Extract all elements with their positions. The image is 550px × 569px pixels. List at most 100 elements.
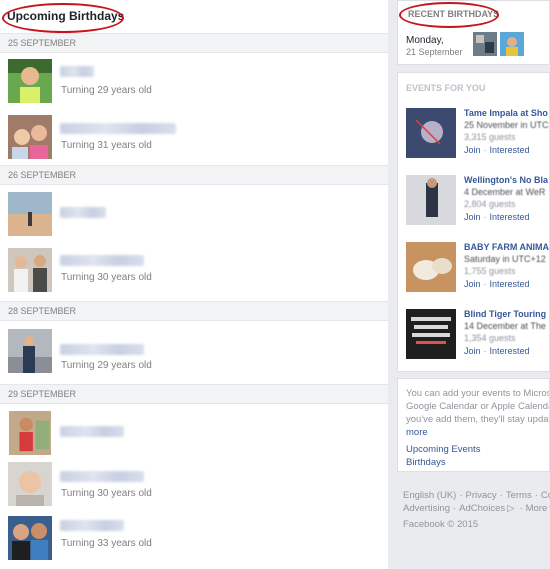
blurred-name[interactable] — [60, 520, 124, 531]
birthdays-link[interactable]: Birthdays — [406, 456, 549, 469]
avatar[interactable] — [8, 115, 52, 159]
recent-birthdays-heading: RECENT BIRTHDAYS — [408, 9, 500, 19]
event-actions: Join · Interested — [464, 212, 530, 222]
blurred-name[interactable] — [60, 426, 124, 437]
info-line: Google Calendar or Apple Calenda — [406, 401, 550, 412]
join-link[interactable]: Join — [464, 145, 481, 155]
avatar[interactable] — [8, 59, 52, 103]
avatar[interactable] — [8, 248, 52, 292]
event-item[interactable]: Wellington's No Bla 4 December at WeR 2,… — [398, 175, 549, 237]
birthday-row[interactable]: Turning 29 years old — [0, 321, 388, 384]
avatar[interactable] — [8, 516, 52, 560]
event-title[interactable]: BABY FARM ANIMAL — [464, 242, 549, 252]
avatar[interactable] — [8, 329, 52, 373]
age-text: Turning 31 years old — [61, 140, 152, 151]
separator-dot: · — [519, 503, 523, 514]
event-thumbnail[interactable] — [406, 108, 456, 158]
adchoices-icon[interactable]: ▷ — [505, 503, 516, 514]
date-header-25-september: 25 SEPTEMBER — [0, 33, 388, 53]
blurred-name[interactable] — [60, 123, 176, 134]
date-header-26-september: 26 SEPTEMBER — [0, 165, 388, 185]
age-text: Turning 30 years old — [61, 488, 152, 499]
separator-dot: · — [483, 346, 487, 356]
event-title[interactable]: Wellington's No Bla — [464, 175, 548, 185]
language-link[interactable]: English (UK) — [403, 490, 456, 501]
event-actions: Join · Interested — [464, 145, 530, 155]
birthday-row[interactable] — [0, 404, 388, 460]
event-item[interactable]: Tame Impala at Sho 25 November in UTC 3,… — [398, 108, 549, 170]
cookies-link[interactable]: Co — [541, 490, 550, 501]
upcoming-events-link[interactable]: Upcoming Events — [406, 443, 549, 456]
calendar-info-card: You can add your events to Micros Google… — [397, 378, 550, 472]
interested-link[interactable]: Interested — [490, 212, 530, 222]
terms-link[interactable]: Terms — [506, 490, 532, 501]
event-actions: Join · Interested — [464, 346, 530, 356]
avatar[interactable] — [8, 192, 52, 236]
avatar[interactable] — [8, 411, 52, 455]
birthday-row[interactable]: Turning 29 years old — [0, 53, 388, 109]
adchoices-link[interactable]: AdChoices — [459, 503, 505, 514]
separator-dot: · — [483, 212, 487, 222]
footer-links-row2: Advertising·AdChoices▷·More▾ — [403, 503, 550, 514]
avatar[interactable] — [473, 32, 497, 56]
page-title: Upcoming Birthdays — [7, 9, 125, 23]
recent-birthday-day: Monday, — [406, 35, 444, 46]
event-guests: 1,755 guests — [464, 266, 516, 276]
blurred-name[interactable] — [60, 471, 144, 482]
separator-dot: · — [459, 490, 463, 501]
birthday-row[interactable]: Turning 33 years old — [0, 516, 388, 562]
event-title[interactable]: Tame Impala at Sho — [464, 108, 548, 118]
interested-link[interactable]: Interested — [490, 145, 530, 155]
event-title[interactable]: Blind Tiger Touring — [464, 309, 546, 319]
info-line: You can add your events to Micros — [406, 388, 550, 399]
copyright: Facebook © 2015 — [403, 519, 479, 530]
interested-link[interactable]: Interested — [490, 346, 530, 356]
age-text: Turning 30 years old — [61, 272, 152, 283]
event-thumbnail[interactable] — [406, 309, 456, 359]
blurred-name[interactable] — [60, 66, 94, 77]
blurred-name[interactable] — [60, 207, 106, 218]
separator-dot: · — [483, 279, 487, 289]
date-header-28-september: 28 SEPTEMBER — [0, 301, 388, 321]
birthday-row[interactable] — [0, 185, 388, 245]
more-link[interactable]: more — [406, 426, 549, 439]
blurred-name[interactable] — [60, 344, 144, 355]
recent-birthdays-card: RECENT BIRTHDAYS Monday, 21 September — [397, 0, 550, 65]
event-thumbnail[interactable] — [406, 175, 456, 225]
age-text: Turning 29 years old — [61, 360, 152, 371]
event-item[interactable]: Blind Tiger Touring 14 December at The 1… — [398, 309, 549, 371]
age-text: Turning 29 years old — [61, 85, 152, 96]
birthday-row[interactable]: Turning 31 years old — [0, 109, 388, 165]
event-thumbnail[interactable] — [406, 242, 456, 292]
footer-links: English (UK)·Privacy·Terms·Co — [403, 490, 550, 501]
age-text: Turning 33 years old — [61, 538, 152, 549]
interested-link[interactable]: Interested — [490, 279, 530, 289]
join-link[interactable]: Join — [464, 212, 481, 222]
blurred-name[interactable] — [60, 255, 144, 266]
avatar[interactable] — [8, 462, 52, 506]
advertising-link[interactable]: Advertising — [403, 503, 450, 514]
event-guests: 1,354 guests — [464, 333, 516, 343]
event-date: 14 December at The — [464, 321, 546, 331]
upcoming-birthdays-panel: Upcoming Birthdays 25 SEPTEMBER Turning … — [0, 0, 388, 569]
event-actions: Join · Interested — [464, 279, 530, 289]
events-heading: EVENTS FOR YOU — [406, 83, 486, 93]
separator-dot: · — [499, 490, 503, 501]
join-link[interactable]: Join — [464, 346, 481, 356]
event-item[interactable]: BABY FARM ANIMAL Saturday in UTC+12 1,75… — [398, 242, 549, 304]
separator-dot: · — [534, 490, 538, 501]
info-line: you've add them, they'll stay updat — [406, 414, 550, 425]
date-header-29-september: 29 SEPTEMBER — [0, 384, 388, 404]
separator-dot: · — [453, 503, 457, 514]
event-date: Saturday in UTC+12 — [464, 254, 546, 264]
event-date: 4 December at WeR — [464, 187, 546, 197]
birthday-row[interactable]: Turning 30 years old — [0, 460, 388, 516]
birthday-row[interactable]: Turning 30 years old — [0, 245, 388, 301]
privacy-link[interactable]: Privacy — [466, 490, 497, 501]
event-date: 25 November in UTC — [464, 120, 549, 130]
events-for-you-card: EVENTS FOR YOU Tame Impala at Sho 25 Nov… — [397, 72, 550, 372]
avatar[interactable] — [500, 32, 524, 56]
separator-dot: · — [483, 145, 487, 155]
join-link[interactable]: Join — [464, 279, 481, 289]
more-menu-link[interactable]: More — [526, 503, 548, 514]
